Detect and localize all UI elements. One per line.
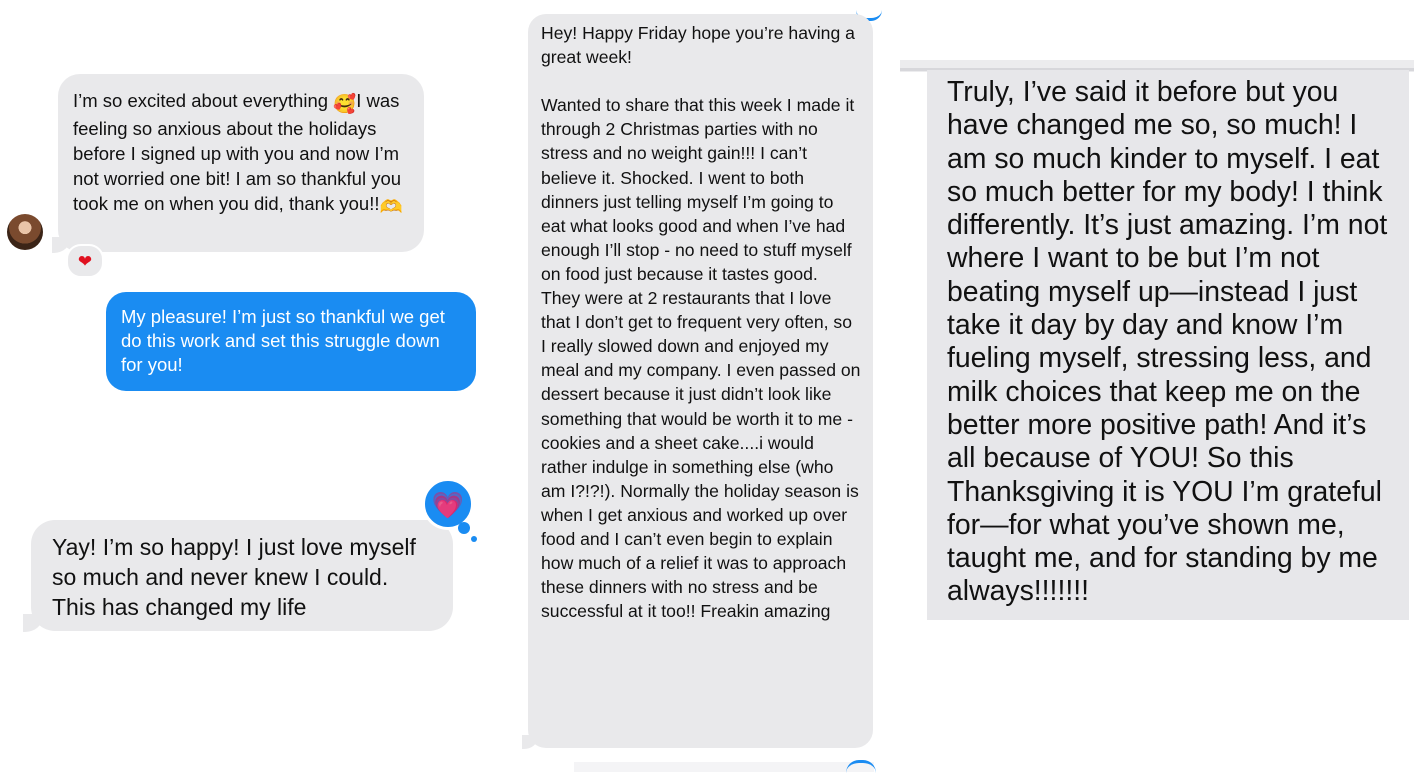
reaction-tail-dot (458, 522, 470, 534)
smiling-face-with-hearts-icon: 🥰 (333, 93, 357, 114)
outgoing-message-bubble[interactable]: My pleasure! I’m just so thankful we get… (106, 292, 476, 391)
bubble-tail (522, 735, 538, 749)
incoming-message-bubble[interactable]: Yay! I’m so happy! I just love myself so… (23, 520, 453, 632)
bubble-tail (23, 614, 43, 632)
message-text: Yay! I’m so happy! I just love myself so… (52, 534, 416, 620)
heart-reaction-icon[interactable]: ❤ (66, 244, 104, 278)
pink-heart-icon: 💗 (431, 490, 465, 520)
contact-avatar[interactable] (7, 214, 43, 250)
cropped-next-bubble (574, 762, 874, 772)
message-text: I’m so excited about everything 🥰I was f… (73, 90, 403, 217)
message-text: My pleasure! I’m just so thankful we get… (121, 306, 445, 375)
reaction-tail-dot (471, 536, 477, 542)
incoming-message-bubble[interactable]: Truly, I’ve said it before but you have … (927, 70, 1409, 620)
message-text: Hey! Happy Friday hope you’re having a g… (541, 23, 861, 622)
heart-hands-icon: 🫶 (379, 196, 403, 217)
incoming-message-bubble[interactable]: I’m so excited about everything 🥰I was f… (52, 74, 424, 253)
incoming-message-bubble[interactable]: Hey! Happy Friday hope you’re having a g… (522, 14, 873, 749)
message-text: Truly, I’ve said it before but you have … (947, 76, 1388, 608)
